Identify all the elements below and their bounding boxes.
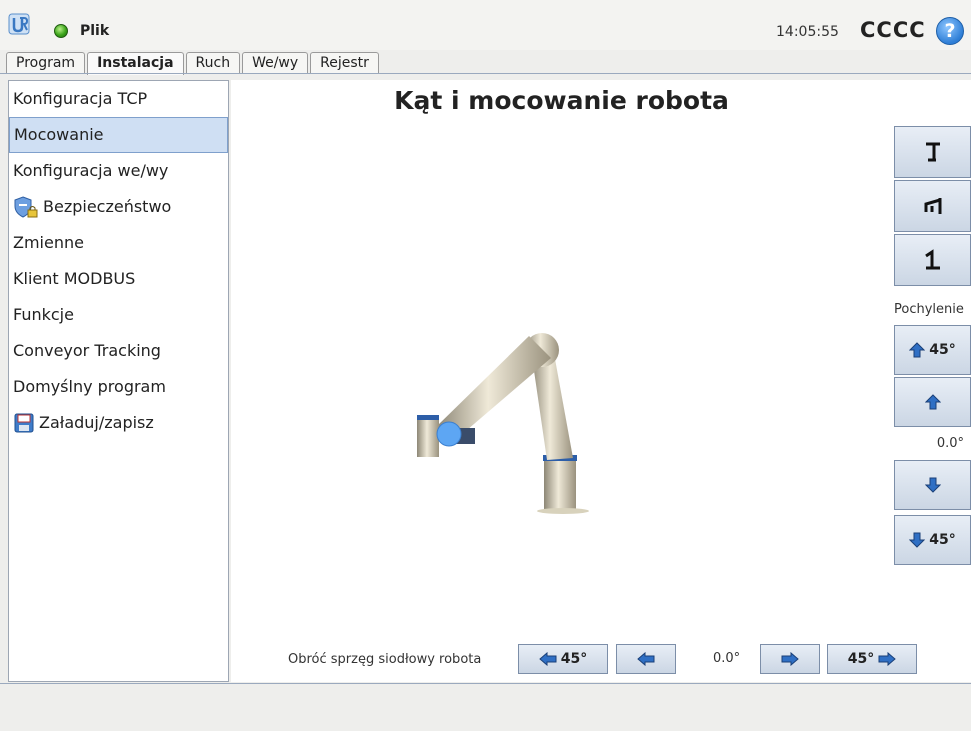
sidebar-item-tcp[interactable]: Konfiguracja TCP bbox=[9, 81, 228, 117]
tab-divider bbox=[0, 73, 971, 74]
rotate-value: 0.0° bbox=[713, 651, 741, 666]
rotate-right-45-label: 45° bbox=[847, 651, 875, 667]
arrow-left-icon bbox=[538, 652, 557, 666]
ur-logo-icon bbox=[8, 13, 30, 35]
floppy-disk-icon bbox=[14, 413, 34, 433]
tilt-value: 0.0° bbox=[936, 436, 964, 451]
floor-mount-button[interactable] bbox=[894, 126, 971, 178]
sidebar-item-variables[interactable]: Zmienne bbox=[9, 225, 228, 261]
rotate-right-button[interactable] bbox=[760, 644, 820, 674]
sidebar-item-label: Klient MODBUS bbox=[13, 269, 136, 288]
tilt-down-45-button[interactable]: 45° bbox=[894, 515, 971, 565]
sidebar-item-features[interactable]: Funkcje bbox=[9, 297, 228, 333]
tilt-down-button[interactable] bbox=[894, 460, 971, 510]
arrow-down-icon bbox=[909, 532, 926, 548]
floor-mount-icon bbox=[925, 142, 940, 162]
tilt-up-button[interactable] bbox=[894, 377, 971, 427]
robot-preview bbox=[417, 333, 589, 514]
page-title: Kąt i mocowanie robota bbox=[394, 86, 729, 115]
sidebar-item-label: Konfiguracja TCP bbox=[13, 89, 148, 108]
installation-sidebar: Konfiguracja TCP Mocowanie Konfiguracja … bbox=[8, 80, 229, 682]
file-menu[interactable]: Plik bbox=[80, 23, 109, 39]
sidebar-item-label: Conveyor Tracking bbox=[13, 341, 161, 360]
tilt-label: Pochylenie bbox=[894, 302, 964, 317]
tilt-up-45-button[interactable]: 45° bbox=[894, 325, 971, 375]
top-bar: Plik 14:05:55 CCCC ? bbox=[0, 0, 971, 50]
rotate-left-45-button[interactable]: 45° bbox=[518, 644, 608, 674]
sidebar-item-label: Funkcje bbox=[13, 305, 74, 324]
sidebar-item-label: Załaduj/zapisz bbox=[39, 413, 154, 432]
tab-instalacja[interactable]: Instalacja bbox=[87, 52, 184, 75]
arrow-right-icon bbox=[781, 652, 799, 666]
sidebar-item-label: Konfiguracja we/wy bbox=[13, 161, 169, 180]
status-indicator bbox=[54, 24, 68, 38]
sidebar-item-modbus[interactable]: Klient MODBUS bbox=[9, 261, 228, 297]
sidebar-item-safety[interactable]: Bezpieczeństwo bbox=[9, 189, 228, 225]
sidebar-item-label: Domyślny program bbox=[13, 377, 166, 396]
tilt-down-45-label: 45° bbox=[929, 532, 956, 548]
sidebar-item-mocowanie[interactable]: Mocowanie bbox=[9, 117, 228, 153]
sidebar-item-conveyor[interactable]: Conveyor Tracking bbox=[9, 333, 228, 369]
tab-we-wy[interactable]: We/wy bbox=[242, 52, 309, 73]
arrow-right-icon bbox=[878, 652, 897, 666]
wall-mount-icon bbox=[924, 198, 941, 214]
tab-program[interactable]: Program bbox=[6, 52, 86, 73]
clock: 14:05:55 bbox=[776, 24, 839, 40]
sidebar-item-label: Bezpieczeństwo bbox=[43, 197, 172, 216]
arrow-down-icon bbox=[924, 477, 941, 493]
wall-mount-button[interactable] bbox=[894, 180, 971, 232]
tilt-up-45-label: 45° bbox=[929, 342, 956, 358]
sidebar-item-default-program[interactable]: Domyślny program bbox=[9, 369, 228, 405]
ceiling-mount-icon bbox=[924, 249, 940, 270]
rotate-right-45-button[interactable]: 45° bbox=[827, 644, 917, 674]
tab-ruch[interactable]: Ruch bbox=[185, 52, 241, 73]
rotate-left-45-label: 45° bbox=[560, 651, 588, 667]
sidebar-item-label: Mocowanie bbox=[14, 125, 104, 144]
arrow-left-icon bbox=[637, 652, 655, 666]
main-tabs: Program Instalacja Ruch We/wy Rejestr bbox=[6, 52, 381, 75]
tab-rejestr[interactable]: Rejestr bbox=[310, 52, 379, 73]
mounting-panel: Kąt i mocowanie robota Pochylenie 45° 0.… bbox=[231, 80, 971, 682]
help-icon[interactable]: ? bbox=[936, 17, 964, 45]
ceiling-mount-button[interactable] bbox=[894, 234, 971, 286]
robot-name: CCCC bbox=[860, 18, 926, 42]
shield-lock-icon bbox=[14, 196, 38, 218]
sidebar-item-label: Zmienne bbox=[13, 233, 84, 252]
rotate-label: Obróć sprzęg siodłowy robota bbox=[288, 652, 482, 667]
bottom-divider bbox=[0, 683, 971, 684]
arrow-up-icon bbox=[909, 342, 926, 358]
rotate-left-button[interactable] bbox=[616, 644, 676, 674]
sidebar-item-io-config[interactable]: Konfiguracja we/wy bbox=[9, 153, 228, 189]
arrow-up-icon bbox=[924, 394, 941, 410]
sidebar-item-load-save[interactable]: Załaduj/zapisz bbox=[9, 405, 228, 441]
